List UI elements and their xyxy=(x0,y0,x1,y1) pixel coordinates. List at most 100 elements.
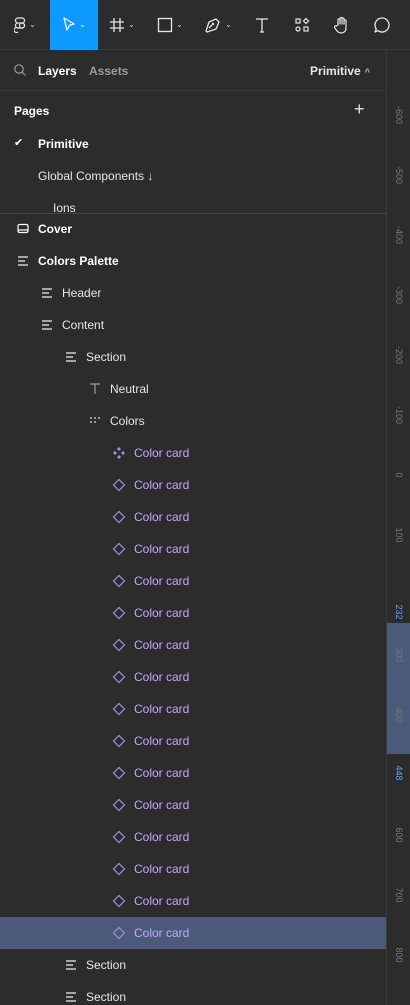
main-component-icon xyxy=(112,446,126,460)
ruler-selection-end: 448 xyxy=(394,765,404,781)
layer-row[interactable]: Section xyxy=(0,981,386,1005)
instance-icon xyxy=(112,478,126,492)
tab-assets[interactable]: Assets xyxy=(89,64,128,78)
ruler-tick-label: -300 xyxy=(394,285,404,304)
layer-label: Color card xyxy=(134,542,190,556)
ruler-tick-label: -500 xyxy=(394,165,404,184)
search-icon[interactable] xyxy=(13,63,27,77)
layer-row[interactable]: Color card xyxy=(0,853,386,885)
layer-row[interactable]: Color card xyxy=(0,501,386,533)
layer-row[interactable]: Cover xyxy=(0,213,386,245)
ruler-tick-label: 400 xyxy=(394,707,404,723)
move-tool-button[interactable]: ⌄ xyxy=(50,0,98,50)
checkmark-icon: ✔ xyxy=(14,137,24,149)
hand-icon xyxy=(334,16,347,34)
layer-row[interactable]: Neutral xyxy=(0,373,386,405)
resources-tool-button[interactable] xyxy=(282,0,322,50)
layer-row[interactable]: Color card xyxy=(0,437,386,469)
text-tool-button[interactable] xyxy=(242,0,282,50)
layer-row[interactable]: Color card xyxy=(0,565,386,597)
main-menu-button[interactable]: ⌄ xyxy=(0,0,50,50)
layer-row[interactable]: Color card xyxy=(0,917,386,949)
layer-row[interactable]: Header xyxy=(0,277,386,309)
pen-icon xyxy=(205,17,220,33)
ruler-tick-label: 100 xyxy=(394,527,404,543)
layer-row[interactable]: Color card xyxy=(0,885,386,917)
ruler-tick-label: 300 xyxy=(394,647,404,663)
ruler-tick-label: 600 xyxy=(394,827,404,843)
layer-label: Color card xyxy=(134,798,190,812)
layer-label: Color card xyxy=(134,766,190,780)
ruler-tick-label: 700 xyxy=(394,887,404,903)
layer-label: Color card xyxy=(134,606,190,620)
instance-icon xyxy=(112,638,126,652)
ruler-tick-label: 0 xyxy=(394,472,404,478)
layer-row[interactable]: Color card xyxy=(0,725,386,757)
figma-logo-icon xyxy=(14,16,26,33)
instance-icon xyxy=(112,862,126,876)
layer-row[interactable]: Color card xyxy=(0,597,386,629)
hand-tool-button[interactable] xyxy=(322,0,362,50)
comment-icon xyxy=(374,16,390,33)
autolayout-vertical-icon xyxy=(16,254,30,268)
layer-label: Section xyxy=(86,990,127,1004)
layer-row[interactable]: Color card xyxy=(0,629,386,661)
chevron-down-icon: ⌄ xyxy=(176,20,183,29)
layer-row[interactable]: Color card xyxy=(0,469,386,501)
chevron-down-icon: ⌄ xyxy=(128,20,135,29)
autolayout-vertical-icon xyxy=(40,286,54,300)
layer-row[interactable]: Colors Palette xyxy=(0,245,386,277)
pages-title: Pages xyxy=(14,104,50,118)
layer-row[interactable]: Color card xyxy=(0,693,386,725)
layer-label: Color card xyxy=(134,574,190,588)
instance-icon xyxy=(112,574,126,588)
page-item-primitive[interactable]: Primitive xyxy=(38,137,89,151)
layer-label: Color card xyxy=(134,446,190,460)
layer-label: Color card xyxy=(134,830,190,844)
components-icon xyxy=(295,17,310,32)
layer-label: Color card xyxy=(134,670,190,684)
pen-tool-button[interactable]: ⌄ xyxy=(194,0,242,50)
layer-label: Section xyxy=(86,958,127,972)
layer-row[interactable]: Color card xyxy=(0,661,386,693)
frame-tool-button[interactable]: ⌄ xyxy=(98,0,146,50)
autolayout-vertical-icon xyxy=(40,318,54,332)
frame-layer-icon xyxy=(16,222,30,236)
layer-label: Color card xyxy=(134,926,190,940)
layer-label: Color card xyxy=(134,510,190,524)
layer-label: Header xyxy=(62,286,102,300)
text-icon xyxy=(256,17,268,33)
layer-row[interactable]: Color card xyxy=(0,821,386,853)
comment-tool-button[interactable] xyxy=(362,0,402,50)
layer-row[interactable]: Section xyxy=(0,341,386,373)
page-item-global-components[interactable]: Global Components ↓ xyxy=(38,169,153,183)
tab-layers[interactable]: Layers xyxy=(38,64,77,78)
layer-row[interactable]: Color card xyxy=(0,789,386,821)
add-page-icon[interactable]: + xyxy=(354,100,365,118)
ruler-tick-label: -400 xyxy=(394,225,404,244)
instance-icon xyxy=(112,702,126,716)
chevron-up-icon: ^ xyxy=(364,67,370,77)
layer-row[interactable]: Color card xyxy=(0,757,386,789)
layer-row[interactable]: Colors xyxy=(0,405,386,437)
instance-icon xyxy=(112,894,126,908)
grid-layout-icon xyxy=(88,414,102,428)
layer-label: Colors Palette xyxy=(38,254,119,268)
autolayout-vertical-icon xyxy=(64,990,78,1004)
current-page-switcher[interactable]: Primitive ^ xyxy=(310,64,370,78)
cursor-icon xyxy=(63,16,75,31)
layer-row[interactable]: Section xyxy=(0,949,386,981)
instance-icon xyxy=(112,670,126,684)
shape-tool-button[interactable]: ⌄ xyxy=(146,0,194,50)
ruler-tick-label: -100 xyxy=(394,405,404,424)
current-page-label: Primitive xyxy=(310,64,361,78)
layer-row[interactable]: Content xyxy=(0,309,386,341)
layer-row[interactable]: Color card xyxy=(0,533,386,565)
chevron-down-icon: ⌄ xyxy=(225,20,232,29)
ruler-tick-label: -200 xyxy=(394,345,404,364)
layer-label: Color card xyxy=(134,734,190,748)
layer-label: Color card xyxy=(134,478,190,492)
autolayout-vertical-icon xyxy=(64,350,78,364)
frame-icon xyxy=(110,17,125,32)
instance-icon xyxy=(112,830,126,844)
